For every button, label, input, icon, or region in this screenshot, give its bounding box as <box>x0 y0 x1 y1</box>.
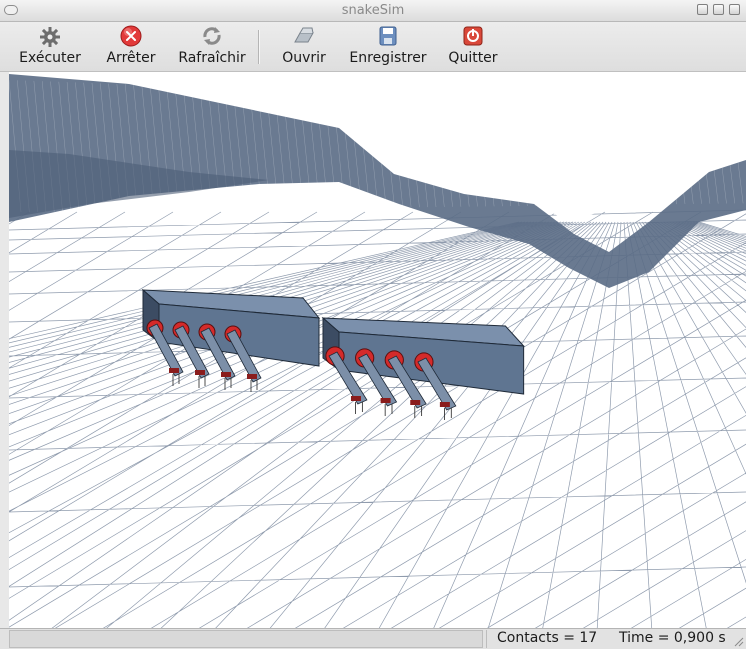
minimize-button[interactable] <box>697 4 708 15</box>
window-title: snakeSim <box>341 3 405 18</box>
robot-module-right <box>321 316 525 420</box>
open-label: Ouvrir <box>282 50 326 66</box>
refresh-button[interactable]: Rafraîchir <box>172 24 252 70</box>
status-info: Contacts = 17 Time = 0,900 s <box>486 630 732 648</box>
gear-icon <box>40 27 60 47</box>
terrain-mesh <box>9 72 746 288</box>
open-icon <box>294 27 314 43</box>
time-readout: Time = 0,900 s <box>619 630 726 646</box>
quit-button[interactable]: Quitter <box>444 24 502 70</box>
resize-grip-icon[interactable] <box>732 635 744 647</box>
execute-button[interactable]: Exécuter <box>16 24 84 70</box>
stop-icon <box>120 25 142 47</box>
contacts-readout: Contacts = 17 <box>497 630 598 646</box>
close-button[interactable] <box>729 4 740 15</box>
save-icon <box>379 26 397 46</box>
execute-label: Exécuter <box>19 50 81 66</box>
refresh-icon <box>203 27 221 45</box>
toolbar: Exécuter Arrêter Rafraîchir Ouvrir Enreg… <box>0 22 746 72</box>
refresh-label: Rafraîchir <box>178 50 246 66</box>
quit-label: Quitter <box>448 50 498 66</box>
open-button[interactable]: Ouvrir <box>276 24 332 70</box>
maximize-button[interactable] <box>713 4 724 15</box>
simulation-scene[interactable] <box>9 72 746 628</box>
status-bar: Contacts = 17 Time = 0,900 s <box>0 628 746 649</box>
status-message-area <box>9 630 483 648</box>
toolbar-separator <box>258 30 260 64</box>
save-label: Enregistrer <box>349 50 427 66</box>
stop-button[interactable]: Arrêter <box>102 24 160 70</box>
save-button[interactable]: Enregistrer <box>344 24 432 70</box>
quit-icon <box>463 26 483 46</box>
simulation-viewport[interactable] <box>9 72 746 628</box>
title-bar: snakeSim <box>0 0 746 22</box>
stop-label: Arrêter <box>106 50 156 66</box>
robot-module-left <box>141 288 321 392</box>
